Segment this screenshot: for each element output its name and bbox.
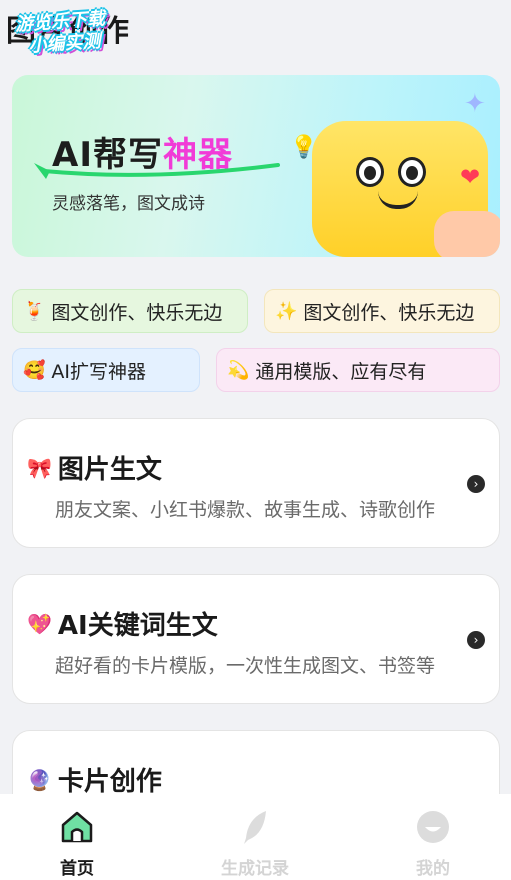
card-description: 超好看的卡片模版，一次性生成图文、书签等 <box>55 655 436 677</box>
tab-mine[interactable]: 我的 <box>378 794 488 880</box>
chip-image-text-2[interactable]: ✨ 图文创作、快乐无边 <box>264 289 500 333</box>
banner-subtitle: 灵感落笔，图文成诗 <box>52 194 205 214</box>
bottom-tab-bar: 首页 生成记录 我的 <box>0 794 511 880</box>
chip-ai-expand[interactable]: 🥰 AI扩写神器 <box>12 348 200 392</box>
card-image-to-text[interactable]: 🎀 图片生文 朋友文案、小红书爆款、故事生成、诗歌创作 › <box>12 418 500 548</box>
smile-face-icon <box>417 811 449 843</box>
mascot-smile <box>378 191 418 209</box>
feather-icon <box>244 811 266 844</box>
tab-history[interactable]: 生成记录 <box>200 794 310 880</box>
chip-templates[interactable]: 💫 通用模版、应有尽有 <box>216 348 500 392</box>
card-title: 🎀 图片生文 <box>27 449 162 486</box>
card-title: 💖 AI关键词生文 <box>27 605 218 642</box>
mascot-eye-right <box>398 157 426 187</box>
header: 图片创作 游览乐下载 小编实测 <box>0 0 511 60</box>
chip-image-text-1[interactable]: 🍹 图文创作、快乐无边 <box>12 289 248 333</box>
home-icon <box>61 811 93 843</box>
chip-label: 通用模版、应有尽有 <box>255 360 427 383</box>
card-ai-keyword[interactable]: 💖 AI关键词生文 超好看的卡片模版，一次性生成图文、书签等 › <box>12 574 500 704</box>
tab-home[interactable]: 首页 <box>22 794 132 880</box>
hand-illustration <box>434 211 500 257</box>
chevron-right-icon[interactable]: › <box>467 475 485 493</box>
heart-icon: ❤ <box>460 163 481 191</box>
watermark-logo: 游览乐下载 小编实测 <box>14 6 147 67</box>
sparkles-icon: ✨ <box>275 300 298 322</box>
crystal-ball-icon: 🔮 <box>27 767 52 792</box>
cocktail-icon: 🍹 <box>23 300 46 322</box>
card-title: 🔮 卡片创作 <box>27 761 162 798</box>
sparkle-icon: ✦ <box>464 89 486 119</box>
swoosh-decoration <box>34 163 280 179</box>
card-title-text: 卡片创作 <box>57 767 162 797</box>
tab-home-label: 首页 <box>60 859 94 879</box>
chip-label: 图文创作、快乐无边 <box>51 301 223 324</box>
tab-history-label: 生成记录 <box>221 859 289 879</box>
promo-banner[interactable]: ✦ AI帮写神器 灵感落笔，图文成诗 💡 ❤ <box>12 75 500 257</box>
tab-mine-label: 我的 <box>416 859 450 879</box>
card-title-text: AI关键词生文 <box>57 611 218 641</box>
mascot-eye-left <box>356 157 384 187</box>
ribbon-icon: 🎀 <box>27 455 52 480</box>
chip-label: 图文创作、快乐无边 <box>303 301 475 324</box>
sparkling-heart-icon: 💖 <box>27 611 52 636</box>
chip-label: AI扩写神器 <box>51 360 147 383</box>
card-title-text: 图片生文 <box>57 455 162 485</box>
card-description: 朋友文案、小红书爆款、故事生成、诗歌创作 <box>55 499 436 521</box>
love-face-icon: 🥰 <box>23 359 46 381</box>
chevron-right-icon[interactable]: › <box>467 631 485 649</box>
dizzy-star-icon: 💫 <box>227 359 250 381</box>
